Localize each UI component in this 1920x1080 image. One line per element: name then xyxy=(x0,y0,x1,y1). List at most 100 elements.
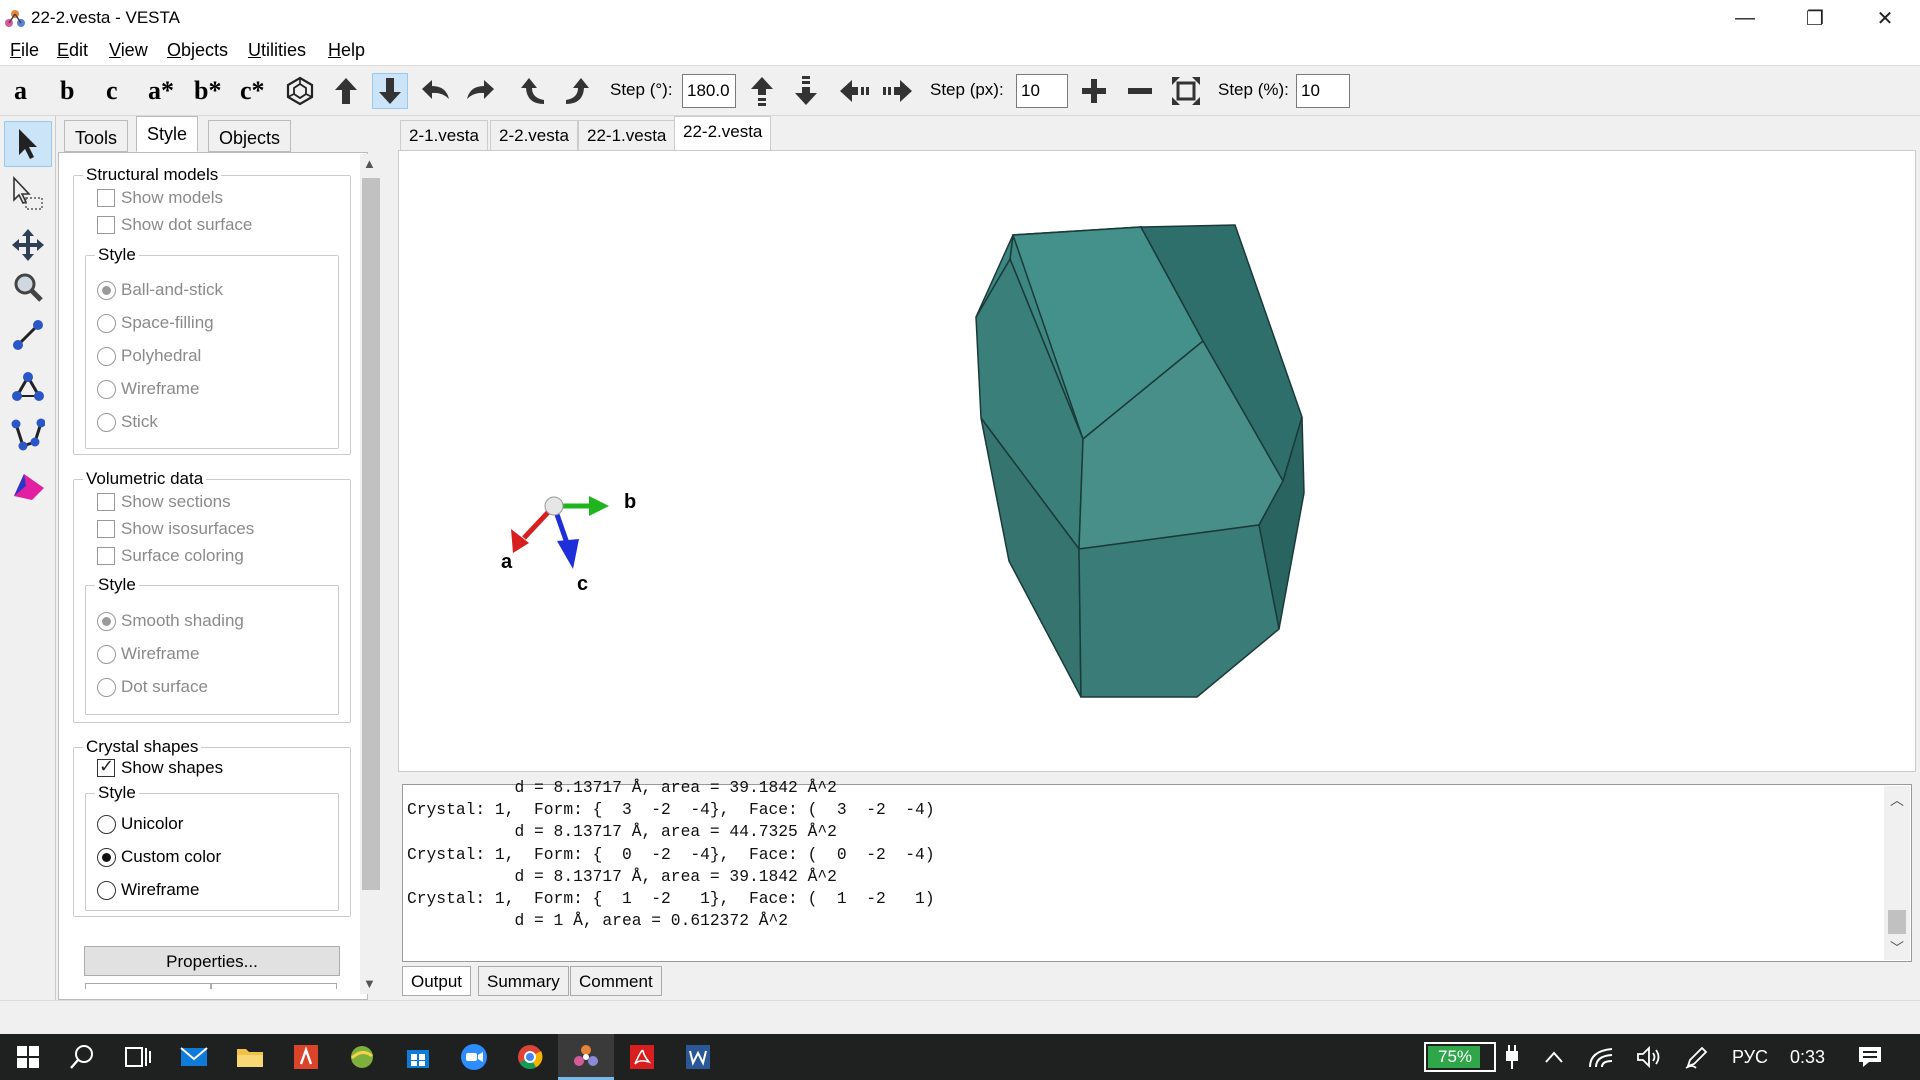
menu-help[interactable]: Help xyxy=(328,40,365,61)
translate-up-button[interactable] xyxy=(744,73,780,109)
magnify-tool[interactable] xyxy=(4,264,52,310)
tab-style[interactable]: Style xyxy=(136,116,199,152)
taskbar-word[interactable] xyxy=(670,1034,726,1080)
step-px-input[interactable]: 10 xyxy=(1016,74,1068,108)
close-button[interactable]: ✕ xyxy=(1850,0,1920,36)
distance-tool[interactable] xyxy=(4,312,52,358)
translate-right-button[interactable] xyxy=(880,73,916,109)
menu-objects[interactable]: Objects xyxy=(167,40,228,61)
menu-file[interactable]: File xyxy=(10,40,39,61)
fit-to-screen-button[interactable] xyxy=(1168,73,1204,109)
zoom-in-button[interactable] xyxy=(1076,73,1112,109)
menu-utilities[interactable]: Utilities xyxy=(248,40,306,61)
properties-button[interactable]: Properties... xyxy=(84,946,340,976)
step-deg-input[interactable]: 180.0 xyxy=(682,74,736,108)
taskbar-vesta[interactable] xyxy=(558,1034,614,1080)
rotate-right-button[interactable] xyxy=(462,73,498,109)
restore-button[interactable]: ❐ xyxy=(1780,0,1850,36)
task-view-button[interactable] xyxy=(110,1034,166,1080)
show-models-checkbox[interactable] xyxy=(97,189,115,207)
show-sections-checkbox[interactable] xyxy=(97,493,115,511)
view-along-a-button[interactable]: a xyxy=(14,76,27,106)
taskbar-app-red[interactable] xyxy=(278,1034,334,1080)
lattice-plane-tool[interactable] xyxy=(4,462,52,508)
tab-22-2-vesta[interactable]: 22-2.vesta xyxy=(674,116,772,150)
taskbar-store[interactable] xyxy=(390,1034,446,1080)
standard-orientation-button[interactable] xyxy=(282,73,318,109)
taskbar-chrome[interactable] xyxy=(502,1034,558,1080)
output-scrollbar[interactable]: ︿ ﹀ xyxy=(1884,786,1910,960)
taskbar-file-explorer[interactable] xyxy=(222,1034,278,1080)
tab-22-1-vesta[interactable]: 22-1.vesta xyxy=(578,120,676,150)
search-button[interactable] xyxy=(54,1034,110,1080)
tab-objects[interactable]: Objects xyxy=(208,120,292,152)
dot-surface-radio[interactable] xyxy=(97,678,116,697)
zoom-out-button[interactable] xyxy=(1122,73,1158,109)
crystal-wireframe-radio[interactable] xyxy=(97,881,116,900)
taskbar-zoom[interactable] xyxy=(446,1034,502,1080)
view-along-b-button[interactable]: b xyxy=(60,76,74,106)
taskbar-app-green[interactable] xyxy=(334,1034,390,1080)
smooth-shading-radio[interactable] xyxy=(97,612,116,631)
surface-coloring-checkbox[interactable] xyxy=(97,547,115,565)
pen-workspace-button[interactable] xyxy=(1674,1034,1720,1080)
menu-edit[interactable]: Edit xyxy=(57,40,88,61)
scroll-down-icon[interactable]: ▼ xyxy=(363,976,376,991)
space-filling-radio[interactable] xyxy=(97,314,116,333)
scroll-up-icon[interactable]: ▲ xyxy=(363,156,376,171)
view-along-c-star-button[interactable]: c* xyxy=(240,76,265,106)
show-shapes-checkbox[interactable] xyxy=(97,756,115,777)
tab-2-2-vesta[interactable]: 2-2.vesta xyxy=(490,120,578,150)
view-along-c-button[interactable]: c xyxy=(106,76,118,106)
custom-color-radio[interactable] xyxy=(97,848,116,867)
battery-indicator[interactable]: 75% xyxy=(1424,1042,1496,1072)
unicolor-radio[interactable] xyxy=(97,815,116,834)
rotate-down-button[interactable] xyxy=(372,73,408,109)
output-scroll-down-icon[interactable]: ﹀ xyxy=(1890,938,1904,958)
show-dot-surface-checkbox[interactable] xyxy=(97,216,115,234)
wireframe-radio[interactable] xyxy=(97,380,116,399)
view-along-b-star-button[interactable]: b* xyxy=(194,76,221,106)
translate-left-button[interactable] xyxy=(836,73,872,109)
tab-output[interactable]: Output xyxy=(402,966,472,996)
tab-tools[interactable]: Tools xyxy=(64,120,129,152)
tray-expand-button[interactable] xyxy=(1532,1034,1576,1080)
power-plug-button[interactable] xyxy=(1492,1034,1532,1080)
translate-down-button[interactable] xyxy=(788,73,824,109)
tab-comment[interactable]: Comment xyxy=(570,966,662,996)
tab-summary[interactable]: Summary xyxy=(478,966,569,996)
rotate-left-button[interactable] xyxy=(418,73,454,109)
translate-tool[interactable] xyxy=(4,222,52,268)
tab-2-1-vesta[interactable]: 2-1.vesta xyxy=(400,120,488,150)
clock[interactable]: 0:33 xyxy=(1790,1047,1825,1068)
3d-viewport[interactable]: b a c xyxy=(398,150,1916,772)
view-along-a-star-button[interactable]: a* xyxy=(148,76,174,106)
region-select-tool[interactable] xyxy=(4,171,52,217)
action-center-button[interactable] xyxy=(1842,1034,1898,1080)
minimize-button[interactable]: — xyxy=(1710,0,1780,36)
panel-scroll-thumb[interactable] xyxy=(362,178,380,890)
input-language[interactable]: РУС xyxy=(1732,1047,1768,1068)
dihedral-tool[interactable] xyxy=(4,412,52,458)
angle-tool[interactable] xyxy=(4,363,52,409)
output-text-area[interactable]: d = 8.13717 Å, area = 39.1842 Å^2 Crysta… xyxy=(402,778,1912,962)
volumetric-wireframe-radio[interactable] xyxy=(97,645,116,664)
start-button[interactable] xyxy=(0,1034,56,1080)
rotate-ccw-button[interactable] xyxy=(514,73,550,109)
volume-button[interactable] xyxy=(1626,1034,1672,1080)
panel-scrollbar[interactable]: ▲ ▼ xyxy=(360,154,382,994)
rotate-up-button[interactable] xyxy=(328,73,364,109)
output-scroll-thumb[interactable] xyxy=(1888,910,1906,934)
network-button[interactable] xyxy=(1578,1034,1624,1080)
stick-radio[interactable] xyxy=(97,413,116,432)
rotate-cw-button[interactable] xyxy=(560,73,596,109)
select-tool[interactable] xyxy=(4,121,52,167)
taskbar-mail[interactable] xyxy=(166,1034,222,1080)
output-scroll-up-icon[interactable]: ︿ xyxy=(1890,790,1904,810)
show-isosurfaces-checkbox[interactable] xyxy=(97,520,115,538)
menu-view[interactable]: View xyxy=(109,40,148,61)
taskbar-acrobat[interactable] xyxy=(614,1034,670,1080)
step-pct-input[interactable]: 10 xyxy=(1296,74,1350,108)
ball-and-stick-radio[interactable] xyxy=(97,281,116,300)
polyhedral-radio[interactable] xyxy=(97,347,116,366)
